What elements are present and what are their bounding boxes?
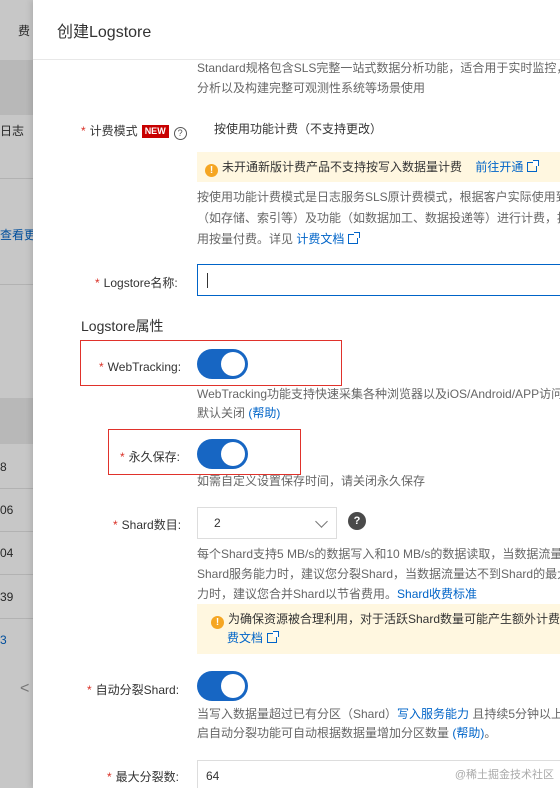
external-link-icon: [267, 631, 280, 643]
shard-notice-text: 为确保资源被合理利用，对于活跃Shard数量可能产生额外计费: [228, 612, 560, 626]
logstore-name-label: * Logstore名称:: [95, 276, 178, 290]
chevron-down-icon: [315, 515, 328, 528]
webtracking-label-text: WebTracking:: [107, 360, 182, 374]
warning-icon: !: [211, 616, 224, 629]
billing-desc-prefix: 用按量付费。详见: [197, 232, 294, 246]
shard-pricing-link[interactable]: Shard收费标准: [397, 587, 477, 601]
toggle-knob: [221, 352, 245, 376]
permanent-storage-toggle[interactable]: [197, 439, 248, 469]
billing-notice-text: 未开通新版计费产品不支持按写入数据量计费: [222, 160, 463, 174]
permanent-storage-label-text: 永久保存:: [128, 450, 181, 464]
shard-desc-line: 每个Shard支持5 MB/s的数据写入和10 MB/s的数据读取，当数据流量: [197, 547, 560, 561]
write-capacity-link[interactable]: 写入服务能力: [397, 707, 469, 721]
permanent-storage-label: * 永久保存:: [120, 450, 181, 464]
max-split-label-text: 最大分裂数:: [115, 770, 180, 784]
standard-spec-desc-line: 分析以及构建完整可观测性系统等场景使用: [197, 81, 426, 95]
shard-count-select[interactable]: 2: [197, 507, 337, 539]
webtracking-desc-prefix: 默认关闭: [197, 406, 246, 420]
billing-mode-label: * 计费模式 NEW?: [81, 122, 187, 140]
shard-desc-line: Shard服务能力时，建议您分裂Shard，当数据流量达不到Shard的最大: [197, 567, 560, 581]
shard-desc-prefix: 力时，建议您合并Shard以节省费用。: [197, 587, 398, 601]
logstore-attributes-title: Logstore属性: [81, 318, 164, 334]
auto-split-label-text: 自动分裂Shard:: [95, 683, 180, 697]
billing-desc-line: （如存储、索引等）及功能（如数据加工、数据投递等）进行计费，按: [197, 211, 560, 225]
text-caret: [207, 273, 208, 288]
billing-desc-line: 用按量付费。详见 计费文档: [197, 229, 560, 250]
auto-split-desc-suffix: 。: [484, 726, 497, 740]
max-split-label: * 最大分裂数:: [107, 770, 180, 784]
billing-mode-value: 按使用功能计费（不支持更改）: [214, 122, 383, 136]
external-link-icon: [348, 232, 361, 244]
webtracking-label: * WebTracking:: [99, 360, 182, 374]
logstore-name-input[interactable]: [197, 264, 560, 296]
auto-split-desc-line: 启自动分裂功能可自动根据数据量增加分区数量 (帮助)。: [197, 723, 560, 744]
max-split-value: 64: [206, 769, 220, 783]
webtracking-desc-line: WebTracking功能支持快速采集各种浏览器以及iOS/Android/AP…: [197, 387, 560, 401]
billing-desc-line: 按使用功能计费模式是日志服务SLS原计费模式，根据客户实际使用到: [197, 190, 560, 204]
permanent-storage-desc: 如需自定义设置保存时间，请关闭永久保存: [197, 474, 426, 488]
warning-icon: !: [205, 164, 218, 177]
webtracking-help-link[interactable]: (帮助): [248, 406, 280, 420]
drawer-header: 创建Logstore: [33, 0, 560, 60]
enable-link[interactable]: 前往开通: [475, 160, 540, 174]
create-logstore-drawer: 创建Logstore Standard规格包含SLS完整一站式数据分析功能，适合…: [33, 0, 560, 788]
billing-doc-link[interactable]: 计费文档: [296, 232, 361, 246]
logstore-name-label-text: Logstore名称:: [103, 276, 178, 290]
new-badge: NEW: [141, 125, 169, 138]
auto-split-desc-line: 当写入数据量超过已有分区（Shard）写入服务能力 且持续5分钟以上: [197, 704, 560, 725]
watermark: @稀土掘金技术社区: [454, 769, 554, 781]
help-icon[interactable]: ?: [173, 127, 187, 140]
webtracking-desc-line: 默认关闭 (帮助): [197, 403, 560, 424]
auto-split-label: * 自动分裂Shard:: [87, 683, 180, 697]
enable-link-text: 前往开通: [475, 160, 524, 174]
modal-overlay[interactable]: [0, 0, 33, 788]
auto-split-desc-prefix: 启自动分裂功能可自动根据数据量增加分区数量: [197, 726, 450, 740]
shard-notice: ! 为确保资源被合理利用，对于活跃Shard数量可能产生额外计费 费文档: [197, 604, 560, 654]
webtracking-toggle[interactable]: [197, 349, 248, 379]
shard-count-value: 2: [214, 516, 221, 530]
auto-split-help-link[interactable]: (帮助): [452, 726, 484, 740]
auto-split-desc-suffix: 且持续5分钟以上: [469, 707, 560, 721]
billing-notice: ! 未开通新版计费产品不支持按写入数据量计费 前往开通: [197, 152, 560, 182]
help-icon[interactable]: ?: [348, 512, 366, 530]
billing-mode-label-text: 计费模式: [89, 124, 138, 138]
toggle-knob: [221, 674, 245, 698]
billing-doc-link-text: 计费文档: [296, 232, 345, 246]
auto-split-desc-prefix: 当写入数据量超过已有分区（Shard）: [197, 707, 398, 721]
shard-doc-link-text: 费文档: [227, 631, 264, 645]
background-page: 费 日志 查看更 8 06 04 39 3 <: [0, 0, 33, 788]
standard-spec-desc-line: Standard规格包含SLS完整一站式数据分析功能，适合用于实时监控，: [197, 61, 560, 75]
external-link-icon: [527, 160, 540, 172]
toggle-knob: [221, 442, 245, 466]
shard-doc-link[interactable]: 费文档: [227, 631, 280, 645]
auto-split-toggle[interactable]: [197, 671, 248, 701]
drawer-title: 创建Logstore: [57, 23, 152, 41]
shard-count-label: * Shard数目:: [113, 518, 182, 532]
shard-desc-line: 力时，建议您合并Shard以节省费用。Shard收费标准: [197, 584, 560, 605]
shard-count-label-text: Shard数目:: [121, 518, 182, 532]
